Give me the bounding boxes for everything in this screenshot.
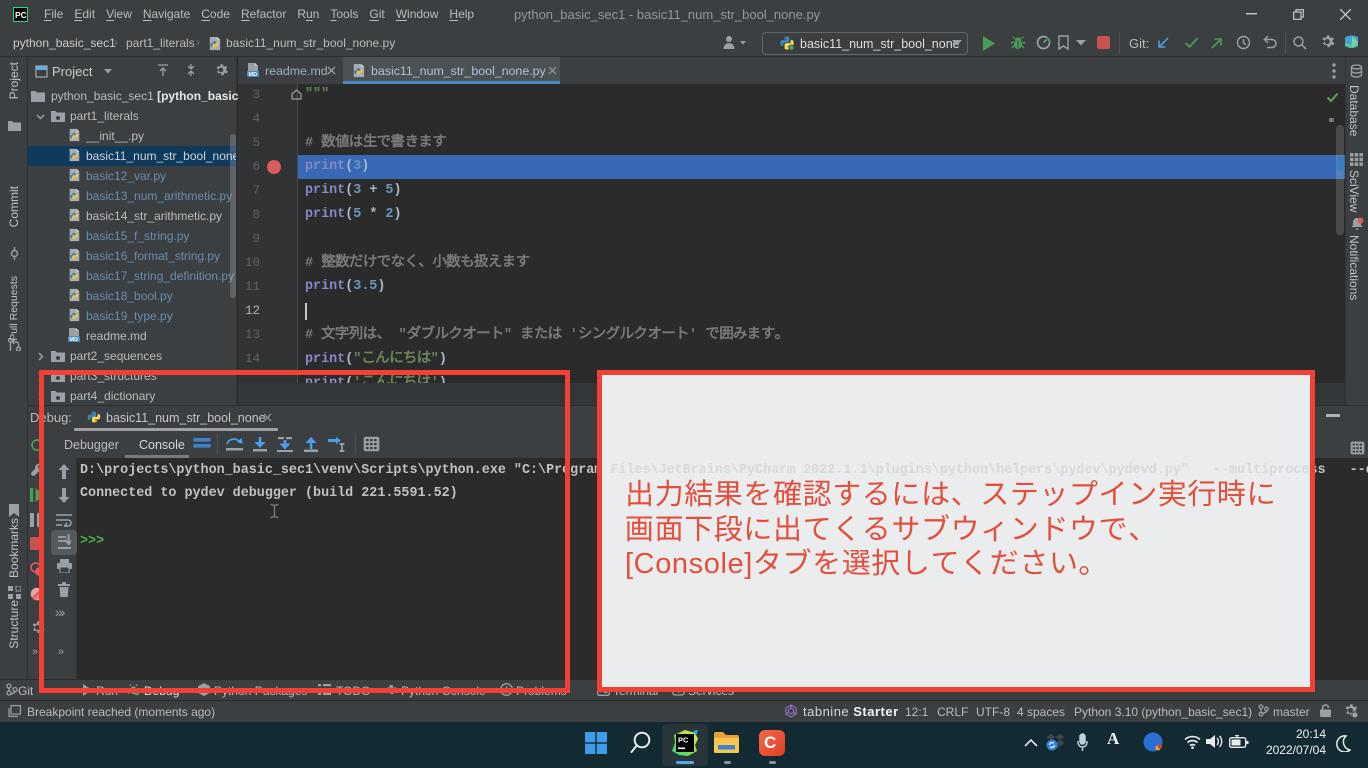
svg-text:MD: MD xyxy=(70,337,79,342)
svg-text:PC: PC xyxy=(678,736,689,745)
svg-text:MD: MD xyxy=(249,72,258,77)
svg-text:PC: PC xyxy=(15,10,27,20)
